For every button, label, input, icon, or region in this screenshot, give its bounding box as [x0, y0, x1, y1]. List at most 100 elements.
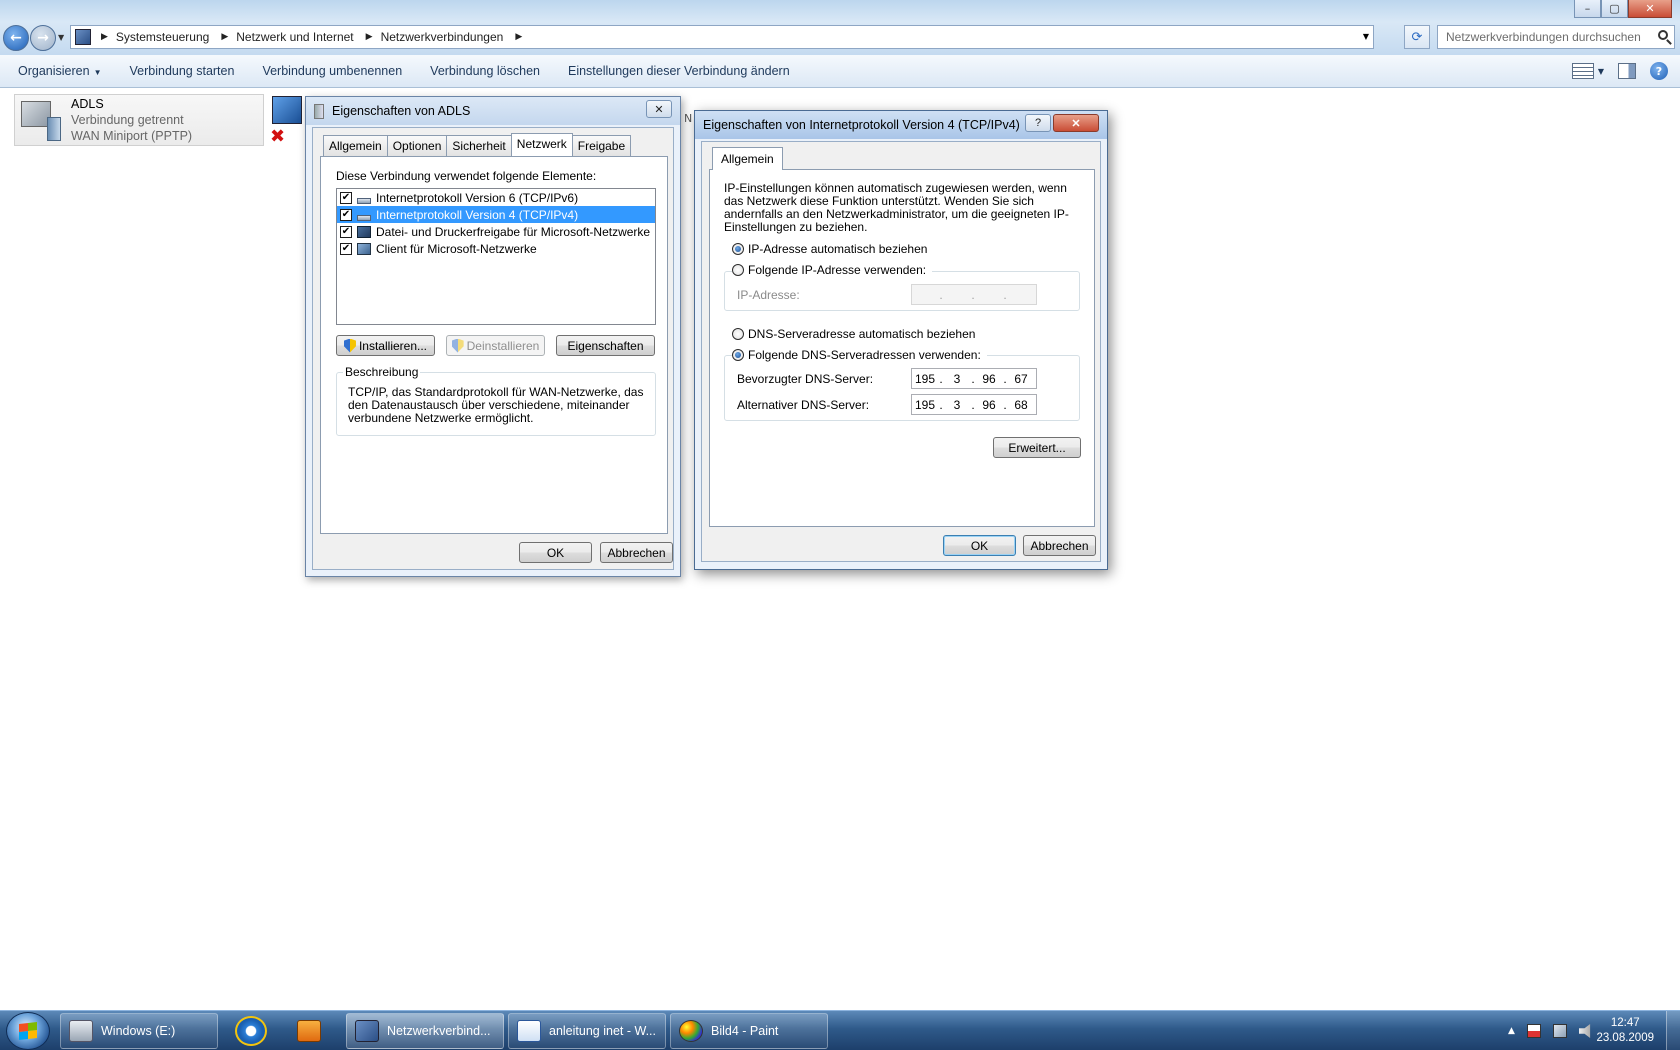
ip-octet[interactable]: 195 [912, 372, 938, 386]
dns-auto-radio[interactable]: DNS-Serveradresse automatisch beziehen [732, 327, 975, 341]
ip-address-field[interactable]: ... [911, 284, 1037, 305]
alternate-dns-field[interactable]: 195. 3. 96. 68 [911, 394, 1037, 415]
breadcrumb-systemsteuerung[interactable]: Systemsteuerung [116, 30, 209, 44]
volume-icon[interactable] [1578, 1024, 1591, 1038]
command-bar: Organisieren ▼ Verbindung starten Verbind… [0, 55, 1680, 88]
checkbox[interactable]: ✔ [340, 191, 352, 204]
close-button[interactable]: ✕ [646, 100, 672, 118]
tab-allgemein[interactable]: Allgemein [323, 135, 388, 156]
elements-listbox[interactable]: ✔ Internetprotokoll Version 6 (TCP/IPv6)… [336, 188, 656, 325]
ip-octet[interactable]: 3 [944, 372, 970, 386]
checkbox[interactable]: ✔ [340, 208, 352, 221]
search-box[interactable] [1437, 25, 1675, 49]
taskbar-item-network-connections[interactable]: Netzwerkverbind... [346, 1013, 504, 1049]
address-bar[interactable]: ▶ Systemsteuerung ▶ Netzwerk und Interne… [70, 25, 1374, 49]
chevron-down-icon[interactable]: ▼ [1598, 67, 1604, 76]
breadcrumb-netzwerkverbindungen[interactable]: Netzwerkverbindungen [381, 30, 504, 44]
rename-connection-button[interactable]: Verbindung umbenennen [248, 64, 416, 78]
taskbar-item-word-document[interactable]: anleitung inet - W... [508, 1013, 666, 1049]
elements-label: Diese Verbindung verwendet folgende Elem… [336, 169, 597, 183]
connection-icon [314, 103, 324, 119]
change-settings-button[interactable]: Einstellungen dieser Verbindung ändern [554, 64, 804, 78]
chevron-down-icon: ▼ [93, 68, 102, 77]
ok-button[interactable]: OK [519, 542, 592, 563]
dns-manual-radio[interactable]: Folgende DNS-Serveradressen verwenden: [732, 348, 987, 362]
minimize-button[interactable]: – [1574, 0, 1601, 18]
radio-dot [732, 264, 744, 276]
preferred-dns-field[interactable]: 195. 3. 96. 67 [911, 368, 1037, 389]
recent-pages-dropdown[interactable]: ▼ [58, 33, 64, 42]
preview-pane-icon[interactable] [1618, 63, 1636, 79]
taskbar-item-internet-explorer[interactable] [222, 1013, 278, 1049]
advanced-button[interactable]: Erweitert... [993, 437, 1081, 458]
checkbox[interactable]: ✔ [340, 225, 352, 238]
forward-button[interactable]: → [30, 25, 56, 51]
cancel-button[interactable]: Abbrechen [1023, 535, 1096, 556]
list-item[interactable]: ✔ Datei- und Druckerfreigabe für Microso… [337, 223, 655, 240]
search-icon[interactable] [1658, 30, 1668, 40]
network-tray-icon[interactable] [1552, 1024, 1567, 1038]
clock-time: 12:47 [1610, 1017, 1640, 1029]
close-button[interactable]: ✕ [1053, 114, 1099, 132]
checkbox[interactable]: ✔ [340, 242, 352, 255]
ip-octet[interactable]: 68 [1008, 398, 1034, 412]
organize-menu[interactable]: Organisieren ▼ [0, 64, 116, 78]
back-button[interactable]: ← [3, 25, 29, 51]
search-input[interactable] [1446, 30, 1651, 44]
properties-button[interactable]: Eigenschaften [556, 335, 655, 356]
refresh-button[interactable]: ⟳ [1404, 25, 1430, 49]
network-connection-icon[interactable] [272, 96, 302, 124]
tab-sicherheit[interactable]: Sicherheit [446, 135, 512, 156]
start-connection-button[interactable]: Verbindung starten [116, 64, 249, 78]
views-icon[interactable] [1571, 63, 1594, 79]
breadcrumb-separator[interactable]: ▶ [515, 32, 522, 42]
taskbar-item-label: Netzwerkverbind... [387, 1024, 491, 1038]
list-item[interactable]: ✔ Internetprotokoll Version 4 (TCP/IPv4) [337, 206, 655, 223]
list-item[interactable]: ✔ Internetprotokoll Version 6 (TCP/IPv6) [337, 189, 655, 206]
dialog-client-area: Allgemein Optionen Sicherheit Netzwerk F… [312, 127, 674, 570]
dialog-title: Eigenschaften von ADLS [332, 104, 471, 118]
taskbar-item-media-player[interactable] [282, 1013, 338, 1049]
show-hidden-icons-icon[interactable]: ▲ [1508, 1026, 1515, 1036]
show-desktop-button[interactable] [1666, 1011, 1680, 1050]
help-button[interactable]: ? [1025, 114, 1051, 132]
breadcrumb-separator[interactable]: ▶ [101, 32, 108, 42]
close-button[interactable]: ✕ [1628, 0, 1672, 18]
taskbar-item-windows-drive[interactable]: Windows (E:) [60, 1013, 218, 1049]
breadcrumb-separator[interactable]: ▶ [366, 32, 373, 42]
tab-netzwerk[interactable]: Netzwerk [510, 133, 573, 156]
list-item[interactable]: ✔ Client für Microsoft-Netzwerke [337, 240, 655, 257]
tab-strip: Allgemein Optionen Sicherheit Netzwerk F… [323, 133, 632, 156]
ip-octet[interactable]: 96 [976, 372, 1002, 386]
action-center-icon[interactable] [1526, 1024, 1541, 1038]
delete-connection-button[interactable]: Verbindung löschen [416, 64, 554, 78]
taskbar-item-label: anleitung inet - W... [549, 1024, 657, 1038]
maximize-button[interactable]: ▢ [1601, 0, 1628, 18]
install-button[interactable]: Installieren... [336, 335, 435, 356]
ip-manual-radio[interactable]: Folgende IP-Adresse verwenden: [732, 263, 933, 277]
start-button[interactable] [6, 1012, 50, 1050]
uninstall-button[interactable]: Deinstallieren [446, 335, 545, 356]
breadcrumb-separator[interactable]: ▶ [221, 32, 228, 42]
tab-allgemein[interactable]: Allgemein [712, 147, 783, 170]
network-connections-icon [355, 1020, 379, 1042]
ip-auto-radio[interactable]: IP-Adresse automatisch beziehen [732, 242, 927, 256]
ip-octet[interactable]: 96 [976, 398, 1002, 412]
tab-optionen[interactable]: Optionen [386, 135, 448, 156]
ip-octet[interactable]: 195 [912, 398, 938, 412]
cancel-button[interactable]: Abbrechen [600, 542, 673, 563]
tab-freigabe[interactable]: Freigabe [571, 135, 632, 156]
connection-peek-text: N [684, 112, 693, 125]
dialog-titlebar: Eigenschaften von ADLS ✕ [306, 97, 680, 125]
help-icon[interactable]: ? [1650, 62, 1668, 80]
connection-adls[interactable]: ADLS Verbindung getrennt WAN Miniport (P… [14, 94, 264, 146]
taskbar-item-paint[interactable]: Bild4 - Paint [670, 1013, 828, 1049]
ok-button[interactable]: OK [943, 535, 1016, 556]
ip-octet[interactable]: 67 [1008, 372, 1034, 386]
breadcrumb-netzwerk-und-internet[interactable]: Netzwerk und Internet [236, 30, 353, 44]
clock[interactable]: 12:47 23.08.2009 [1596, 1016, 1654, 1046]
view-controls: ▼ ? [1571, 62, 1668, 80]
network-connection-icon [19, 99, 63, 143]
address-dropdown-icon[interactable]: ▼ [1363, 32, 1369, 41]
ip-octet[interactable]: 3 [944, 398, 970, 412]
